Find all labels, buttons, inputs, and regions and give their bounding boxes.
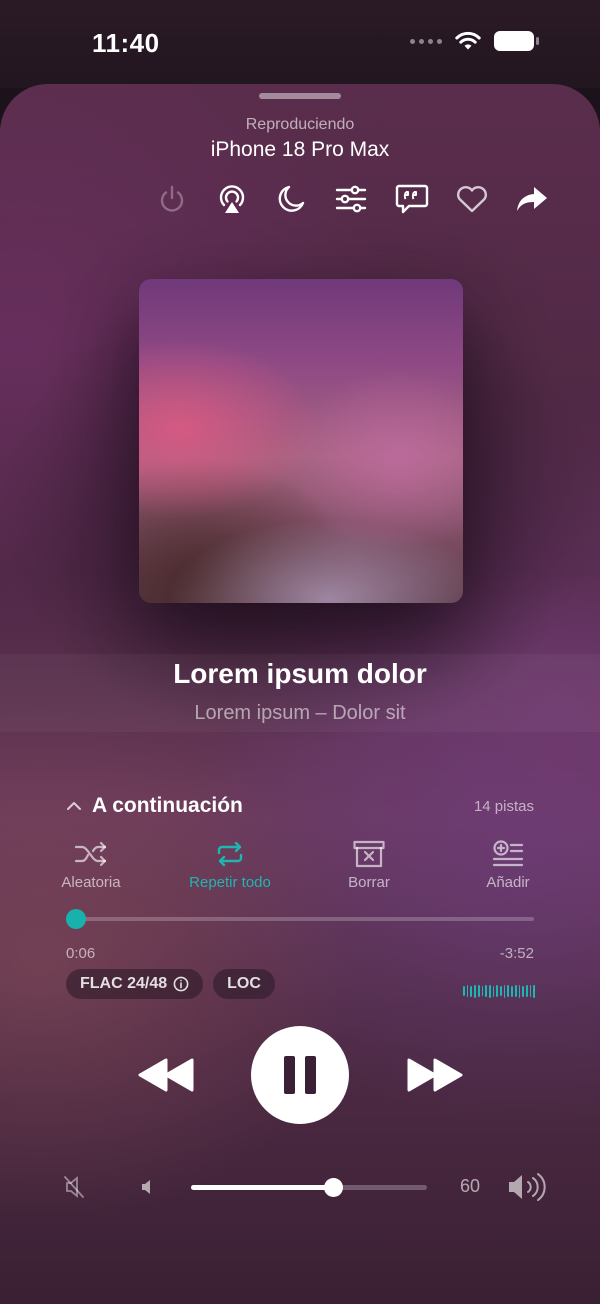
fast-forward-button[interactable] bbox=[405, 1058, 463, 1097]
favorite-button[interactable] bbox=[452, 179, 492, 219]
sheet-grabber[interactable] bbox=[259, 93, 341, 99]
audio-level-meter bbox=[463, 984, 536, 998]
level-meter-bar bbox=[463, 986, 465, 996]
level-meter-bar bbox=[481, 986, 484, 996]
airplay-button[interactable] bbox=[212, 179, 252, 219]
sleep-timer-icon bbox=[278, 185, 305, 212]
clear-queue-button[interactable]: Borrar bbox=[339, 840, 399, 891]
share-button[interactable] bbox=[512, 179, 552, 219]
elapsed-time: 0:06 bbox=[66, 945, 96, 962]
volume-row: 60 bbox=[0, 1172, 600, 1202]
level-meter-bar bbox=[500, 986, 502, 996]
up-next-title: A continuación bbox=[92, 794, 243, 817]
level-meter-bar bbox=[511, 985, 513, 997]
status-time: 11:40 bbox=[92, 28, 160, 58]
now-playing-sheet: Reproduciendo iPhone 18 Pro Max Lorem ip… bbox=[0, 84, 600, 1304]
level-meter-bar bbox=[477, 985, 480, 997]
pause-icon bbox=[279, 1056, 321, 1094]
share-icon bbox=[517, 187, 547, 211]
format-label: FLAC 24/48 bbox=[80, 975, 168, 992]
sleep-timer-button[interactable] bbox=[271, 179, 311, 219]
queue-actions: Aleatoria Repetir todo Borrar Añadir bbox=[0, 840, 600, 900]
power-icon bbox=[160, 185, 184, 212]
level-meter-bar bbox=[525, 985, 528, 997]
level-meter-bar bbox=[529, 985, 532, 997]
add-to-queue-label: Añadir bbox=[486, 874, 530, 891]
format-badge[interactable]: FLAC 24/48 bbox=[66, 969, 204, 999]
clear-queue-icon bbox=[353, 840, 385, 868]
shuffle-label: Aleatoria bbox=[61, 874, 121, 891]
output-device-name[interactable]: iPhone 18 Pro Max bbox=[0, 138, 600, 162]
status-icons bbox=[410, 30, 540, 52]
lyrics-button[interactable] bbox=[392, 179, 432, 219]
status-bar: 11:40 bbox=[0, 0, 600, 88]
repeat-all-label: Repetir todo bbox=[189, 874, 271, 891]
song-artist-album[interactable]: Lorem ipsum – Dolor sit bbox=[0, 702, 600, 725]
level-meter-bar bbox=[466, 985, 469, 997]
wifi-icon bbox=[455, 31, 481, 50]
volume-knob[interactable] bbox=[323, 1178, 343, 1197]
add-to-queue-icon bbox=[492, 840, 524, 867]
level-meter-bar bbox=[533, 984, 536, 998]
play-pause-button[interactable] bbox=[251, 1026, 349, 1124]
level-meter-bar bbox=[507, 985, 510, 997]
rewind-icon bbox=[138, 1058, 194, 1092]
level-meter-bar bbox=[518, 984, 521, 998]
fast-forward-icon bbox=[407, 1058, 463, 1092]
volume-down-button[interactable] bbox=[140, 1177, 156, 1202]
source-badge[interactable]: LOC bbox=[213, 969, 275, 999]
level-meter-bar bbox=[470, 985, 473, 997]
volume-high-icon bbox=[509, 1173, 546, 1201]
level-meter-bar bbox=[485, 985, 487, 997]
favorite-icon bbox=[457, 186, 487, 213]
level-meter-bar bbox=[514, 985, 517, 997]
track-count: 14 pistas bbox=[473, 798, 534, 815]
airplay-icon bbox=[219, 185, 245, 213]
shuffle-button[interactable]: Aleatoria bbox=[59, 840, 123, 891]
level-meter-bar bbox=[492, 985, 495, 997]
level-meter-bar bbox=[474, 984, 476, 998]
repeat-icon bbox=[217, 841, 243, 867]
audio-badges: FLAC 24/48 LOC bbox=[66, 969, 275, 999]
player-toolbar bbox=[0, 179, 600, 219]
level-meter-bar bbox=[488, 984, 491, 998]
shuffle-icon bbox=[74, 841, 107, 867]
volume-value: 60 bbox=[460, 1176, 481, 1196]
repeat-all-button[interactable]: Repetir todo bbox=[185, 840, 275, 891]
lyrics-icon bbox=[395, 184, 429, 214]
rewind-button[interactable] bbox=[138, 1058, 196, 1097]
clear-queue-label: Borrar bbox=[348, 874, 390, 891]
level-meter-bar bbox=[496, 985, 499, 997]
battery-icon bbox=[494, 31, 539, 51]
volume-up-button[interactable] bbox=[507, 1172, 547, 1207]
add-to-queue-button[interactable]: Añadir bbox=[478, 840, 538, 891]
volume-fill bbox=[191, 1185, 333, 1190]
album-artwork[interactable] bbox=[139, 279, 463, 603]
playback-progress-bar[interactable] bbox=[66, 909, 534, 929]
source-label: LOC bbox=[227, 975, 261, 992]
volume-low-icon bbox=[142, 1180, 150, 1194]
volume-slider[interactable] bbox=[191, 1178, 427, 1197]
cellular-dots-icon bbox=[410, 38, 442, 44]
mute-icon bbox=[64, 1176, 84, 1198]
progress-scrubber[interactable] bbox=[66, 909, 87, 929]
remaining-time: -3:52 bbox=[499, 945, 534, 962]
transport-controls bbox=[0, 1026, 600, 1126]
level-meter-bar bbox=[503, 984, 506, 998]
info-icon bbox=[173, 976, 189, 992]
level-meter-bar bbox=[522, 985, 524, 997]
equalizer-button[interactable] bbox=[331, 179, 371, 219]
mute-button[interactable] bbox=[63, 1174, 85, 1205]
chevron-up-icon bbox=[67, 802, 81, 810]
now-playing-label: Reproduciendo bbox=[245, 116, 355, 133]
song-title[interactable]: Lorem ipsum dolor bbox=[0, 658, 600, 690]
up-next-toggle[interactable]: A continuación bbox=[66, 794, 243, 818]
equalizer-icon bbox=[335, 185, 367, 213]
power-button[interactable] bbox=[152, 179, 192, 219]
